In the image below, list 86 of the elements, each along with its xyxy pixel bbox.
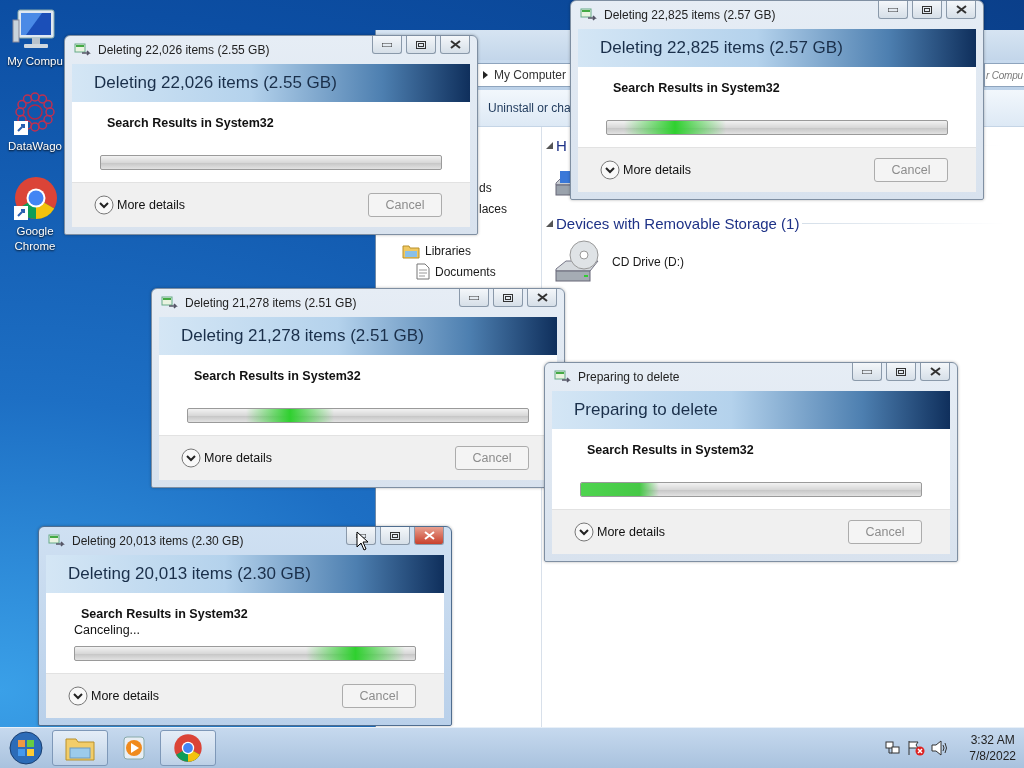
more-details-button[interactable]: More details	[94, 195, 186, 215]
close-button[interactable]	[946, 1, 976, 19]
clock-time: 3:32 AM	[970, 732, 1015, 748]
search-field[interactable]: r Compu	[984, 63, 1024, 87]
desktop-icon-label[interactable]: My Compu	[4, 54, 66, 69]
speaker-icon[interactable]	[931, 740, 950, 756]
window-title: Deleting 22,026 items (2.55 GB)	[98, 43, 271, 57]
media-player-icon	[120, 734, 148, 762]
close-icon	[929, 367, 941, 376]
file-move-icon	[48, 534, 66, 548]
chrome-icon	[12, 176, 58, 222]
dialog-heading: Deleting 22,026 items (2.55 GB)	[94, 73, 337, 93]
group-heading[interactable]: Devices with Removable Storage (1)	[556, 214, 800, 232]
source-location: Search Results in System32	[106, 116, 275, 130]
chevron-icon	[574, 522, 594, 542]
maximize-button[interactable]	[886, 363, 916, 381]
more-details-button[interactable]: More details	[68, 686, 160, 706]
more-details-button[interactable]: More details	[574, 522, 666, 542]
close-icon	[955, 5, 967, 14]
restore-icon	[390, 531, 400, 540]
file-move-icon	[161, 296, 179, 310]
source-location: Search Results in System32	[586, 443, 755, 457]
chevron-icon	[483, 71, 488, 79]
toolbar-button[interactable]: Uninstall or cha	[488, 101, 571, 115]
more-details-button[interactable]: More details	[181, 448, 273, 468]
source-location: Search Results in System32	[80, 607, 249, 621]
close-button[interactable]	[920, 363, 950, 381]
group-heading[interactable]: H	[556, 136, 567, 154]
collapse-icon[interactable]	[546, 219, 553, 227]
flag-icon[interactable]	[907, 740, 926, 756]
folder-icon	[402, 242, 420, 259]
minimize-icon	[862, 369, 872, 374]
minimize-icon	[469, 295, 479, 300]
more-details-button[interactable]: More details	[600, 160, 692, 180]
window-title: Deleting 20,013 items (2.30 GB)	[72, 534, 245, 548]
chevron-icon	[68, 686, 88, 706]
window-title: Preparing to delete	[578, 370, 681, 384]
restore-icon	[503, 293, 513, 302]
close-icon	[449, 40, 461, 49]
maximize-button[interactable]	[380, 527, 410, 545]
nav-item[interactable]: ds	[479, 180, 492, 195]
maximize-button[interactable]	[493, 289, 523, 307]
maximize-button[interactable]	[406, 36, 436, 54]
chrome-icon	[173, 733, 203, 763]
restore-icon	[416, 40, 426, 49]
clock[interactable]: 3:32 AM 7/8/2022	[969, 732, 1016, 764]
file-move-icon	[580, 8, 598, 22]
nav-item[interactable]: Libraries	[425, 243, 472, 258]
drive-label[interactable]: CD Drive (D:)	[612, 255, 684, 269]
close-button[interactable]	[440, 36, 470, 54]
taskbar-button[interactable]	[160, 730, 216, 766]
desktop-icon-label[interactable]: DataWago	[4, 139, 66, 154]
status-text: Canceling...	[74, 623, 141, 637]
close-icon	[536, 293, 548, 302]
restore-icon	[896, 367, 906, 376]
chevron-icon	[181, 448, 201, 468]
desktop-icon-label[interactable]: Google Chrome	[4, 224, 66, 254]
start-button[interactable]	[6, 730, 46, 766]
dialog-heading: Deleting 20,013 items (2.30 GB)	[68, 564, 311, 584]
windows-logo-icon	[9, 731, 43, 765]
window-title: Deleting 21,278 items (2.51 GB)	[185, 296, 358, 310]
dialog-heading: Deleting 21,278 items (2.51 GB)	[181, 326, 424, 346]
restore-icon	[922, 5, 932, 14]
file-move-icon	[554, 370, 572, 384]
network-icon[interactable]	[885, 740, 902, 756]
dialog-heading: Preparing to delete	[574, 400, 718, 420]
clock-date: 7/8/2022	[969, 748, 1016, 764]
close-button[interactable]	[527, 289, 557, 307]
minimize-icon	[382, 42, 392, 47]
dialog-heading: Deleting 22,825 items (2.57 GB)	[600, 38, 843, 58]
collapse-icon[interactable]	[546, 141, 553, 149]
window-title: Deleting 22,825 items (2.57 GB)	[604, 8, 777, 22]
cd-drive-icon	[554, 239, 602, 285]
file-move-icon	[74, 43, 92, 57]
breadcrumb[interactable]: My Computer	[494, 68, 567, 82]
source-location: Search Results in System32	[193, 369, 362, 383]
minimize-icon	[888, 7, 898, 12]
document-icon	[416, 263, 430, 280]
datawagon-icon	[12, 91, 58, 137]
maximize-button[interactable]	[912, 1, 942, 19]
nav-item[interactable]: laces	[479, 201, 507, 216]
source-location: Search Results in System32	[612, 81, 781, 95]
nav-item[interactable]: Documents	[435, 264, 496, 279]
chevron-icon	[600, 160, 620, 180]
close-icon	[423, 531, 435, 540]
chevron-icon	[94, 195, 114, 215]
